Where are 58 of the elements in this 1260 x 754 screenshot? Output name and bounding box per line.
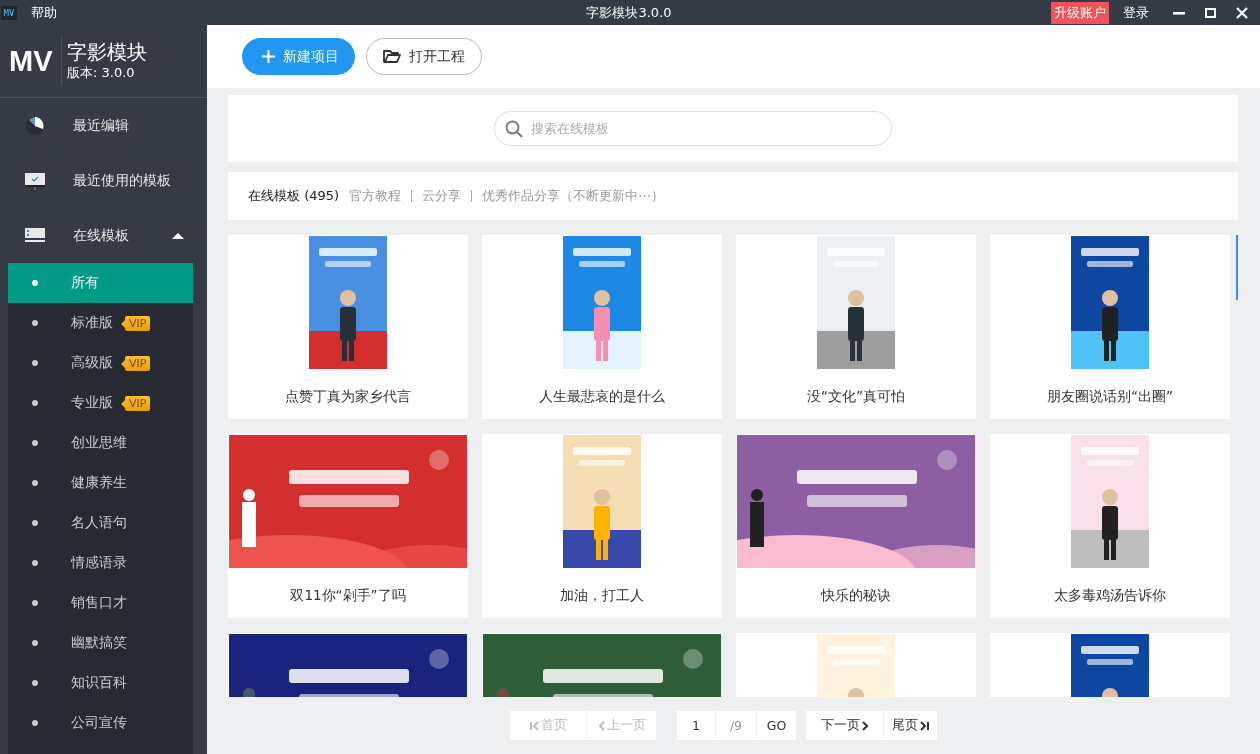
template-title: 点赞丁真为家乡代言 xyxy=(285,388,411,406)
template-title: 没“文化”真可怕 xyxy=(807,388,905,406)
search-icon xyxy=(505,120,523,138)
chevron-right-icon xyxy=(861,720,869,731)
template-card[interactable]: 加油，打工人 xyxy=(482,434,722,618)
app-logo: MV xyxy=(9,44,54,78)
nav-item[interactable]: 最近使用的模板 xyxy=(0,153,207,208)
category-item[interactable]: 创业思维 xyxy=(8,423,193,463)
template-title: 快乐的秘诀 xyxy=(821,587,891,605)
scrollbar-thumb[interactable] xyxy=(1236,235,1238,300)
nav-item[interactable]: 在线模板 xyxy=(0,208,207,263)
category-item[interactable]: 所有 xyxy=(8,263,193,303)
category-item[interactable]: 标准版 VIP xyxy=(8,303,193,343)
template-card[interactable]: 太多毒鸡汤告诉你 xyxy=(990,434,1230,618)
category-item[interactable]: 名人语句 xyxy=(8,503,193,543)
maximize-icon[interactable] xyxy=(1205,7,1216,18)
template-title: 太多毒鸡汤告诉你 xyxy=(1054,587,1166,605)
category-item[interactable]: 销售口才 xyxy=(8,583,193,623)
template-title: 加油，打工人 xyxy=(560,587,644,605)
version-label: 版本: 3.0.0 xyxy=(67,64,136,82)
template-card[interactable]: 双11你“剁手”了吗 xyxy=(228,434,468,618)
category-item[interactable]: 情感语录 xyxy=(8,543,193,583)
category-item[interactable]: 知识百科 xyxy=(8,663,193,703)
search-field[interactable]: 搜索在线模板 xyxy=(494,111,892,146)
page-total: /9 xyxy=(716,711,756,740)
open-project-button[interactable]: 打开工程 xyxy=(366,38,482,75)
template-card[interactable]: 人生最悲哀的是什么 xyxy=(482,235,722,419)
category-item[interactable]: 幽默搞笑 xyxy=(8,623,193,663)
chevron-left-icon xyxy=(597,720,605,731)
last-page-button[interactable]: 尾页 xyxy=(884,711,937,740)
window-title: 字影模块3.0.0 xyxy=(585,3,673,22)
nav-item[interactable]: 最近编辑 xyxy=(0,98,207,153)
pie-chart-icon xyxy=(24,115,46,136)
monitor-icon xyxy=(24,170,46,191)
last-page-icon xyxy=(920,720,929,731)
go-button[interactable]: GO xyxy=(757,711,796,740)
template-title: 人生最悲哀的是什么 xyxy=(539,388,665,406)
category-tab[interactable]: 在线模板 (495) xyxy=(248,187,340,205)
template-card[interactable]: 朋友圈说话别“出圈” xyxy=(990,235,1230,419)
folder-icon xyxy=(383,49,401,64)
login-link[interactable]: 登录 xyxy=(1123,3,1149,22)
category-item[interactable]: 公司宣传 xyxy=(8,703,193,743)
page-input[interactable]: 1 xyxy=(677,711,715,740)
template-card[interactable]: 没“文化”真可怕 xyxy=(736,235,976,419)
category-item[interactable]: 专业版 VIP xyxy=(8,383,193,423)
first-page-icon xyxy=(529,720,539,731)
category-item[interactable]: 高级版 VIP xyxy=(8,343,193,383)
template-title: 双11你“剁手”了吗 xyxy=(290,587,406,605)
menu-item[interactable]: 帮助 xyxy=(31,3,57,22)
app-logo: MV xyxy=(1,5,17,20)
app-name: 字影模块 xyxy=(67,40,147,64)
template-title: 朋友圈说话别“出圈” xyxy=(1047,388,1173,406)
template-card[interactable]: 快乐的秘诀 xyxy=(736,434,976,618)
template-card[interactable]: 点赞丁真为家乡代言 xyxy=(228,235,468,419)
next-page-button[interactable]: 下一页 xyxy=(806,711,883,740)
plus-icon xyxy=(262,50,275,63)
category-item[interactable]: 健康养生 xyxy=(8,463,193,503)
close-icon[interactable] xyxy=(1236,6,1248,19)
